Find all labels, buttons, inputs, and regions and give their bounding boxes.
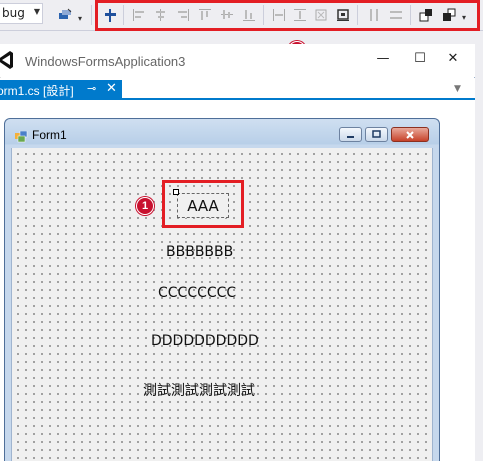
form-close-icon[interactable] [391, 127, 429, 142]
label-chinese-test[interactable]: 測試測試測試測試 [143, 380, 255, 400]
pin-icon[interactable]: ⊸ [87, 82, 96, 95]
window-title: WindowsFormsApplication3 [25, 54, 186, 69]
label-cccccccc[interactable]: CCCCCCCC [158, 285, 236, 301]
tab-form1-design[interactable]: orm1.cs [設計] ⊸ ✕ [0, 80, 122, 100]
toolbar-highlight-box [95, 0, 480, 31]
solution-config-combo[interactable]: bug ▼ [0, 3, 43, 24]
toolbar-separator [91, 5, 92, 25]
start-icon[interactable] [55, 5, 75, 25]
maximize-icon[interactable]: ☐ [406, 47, 434, 69]
solution-config-value: bug [2, 6, 25, 20]
close-icon[interactable]: ✕ [439, 47, 467, 69]
callout-badge-1: 1 [136, 197, 154, 215]
form-caption: Form1 [32, 128, 67, 142]
chevron-down-icon[interactable]: ▼ [34, 7, 40, 16]
label-highlight-box [162, 180, 244, 228]
tab-list-dropdown-icon[interactable]: ▼ [454, 84, 461, 94]
form-maximize-icon[interactable] [365, 127, 388, 142]
form-icon [15, 128, 29, 147]
form-minimize-icon[interactable] [339, 127, 362, 142]
tab-label: orm1.cs [設計] [0, 84, 74, 98]
tab-close-icon[interactable]: ✕ [106, 80, 117, 96]
chevron-down-icon[interactable]: ▾ [78, 14, 82, 23]
label-bbbbbbb[interactable]: BBBBBBB [166, 244, 233, 260]
label-dddddddddd[interactable]: DDDDDDDDDD [151, 333, 259, 349]
minimize-icon[interactable]: — [369, 47, 397, 69]
vs-logo-icon [0, 50, 13, 74]
